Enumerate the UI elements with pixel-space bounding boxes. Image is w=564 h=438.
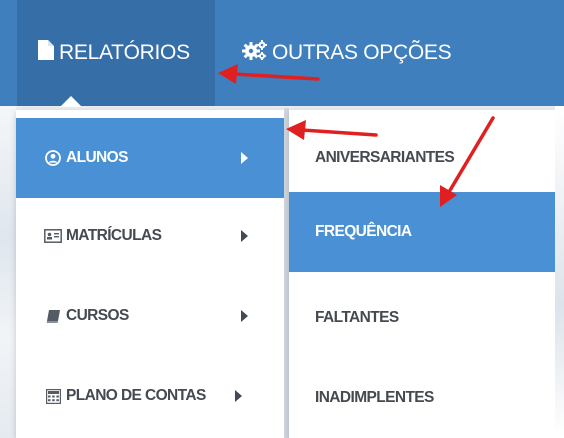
submenu-item-label: FALTANTES [315,309,399,326]
top-navbar: RELATÓRIOS OUTRAS OPÇÕES [0,0,564,106]
menu-item-plano-de-contas[interactable]: PLANO DE CONTAS [16,356,284,436]
menu-item-label: MATRÍCULAS [66,227,162,244]
submenu-item-inadimplentes[interactable]: INADIMPLENTES [289,358,555,438]
menu-item-label: CURSOS [66,307,129,324]
submenu-item-frequencia[interactable]: FREQUÊNCIA [289,192,555,272]
chevron-right-icon [241,230,248,242]
reports-dropdown-menu: ALUNOS MATRÍCULAS CURSOS PLANO DE CONTAS [16,110,284,438]
id-card-icon [43,229,63,243]
submenu-item-label: FREQUÊNCIA [315,223,412,240]
gears-icon [242,39,268,67]
menu-item-alunos[interactable]: ALUNOS [16,118,284,198]
calculator-icon [43,388,63,404]
alunos-submenu: ANIVERSARIANTES FREQUÊNCIA FALTANTES INA… [289,110,555,438]
book-icon [43,309,63,324]
nav-outras-opcoes[interactable]: OUTRAS OPÇÕES [242,0,452,106]
nav-relatorios-label: RELATÓRIOS [59,41,190,64]
submenu-item-aniversariantes[interactable]: ANIVERSARIANTES [289,118,555,198]
background-strip-right [555,106,564,438]
nav-relatorios[interactable]: RELATÓRIOS [17,0,215,106]
submenu-item-label: INADIMPLENTES [315,389,434,406]
background-strip [0,106,16,438]
chevron-right-icon [235,390,242,402]
menu-item-label: PLANO DE CONTAS [66,387,206,404]
menu-item-matriculas[interactable]: MATRÍCULAS [16,196,284,276]
document-icon [37,39,55,67]
menu-item-label: ALUNOS [66,149,128,166]
chevron-right-icon [241,152,248,164]
submenu-item-label: ANIVERSARIANTES [315,149,455,166]
menu-item-cursos[interactable]: CURSOS [16,276,284,356]
user-circle-icon [43,150,63,166]
nav-outras-opcoes-label: OUTRAS OPÇÕES [272,41,452,64]
dropdown-caret [60,96,82,107]
chevron-right-icon [241,310,248,322]
submenu-item-faltantes[interactable]: FALTANTES [289,278,555,358]
